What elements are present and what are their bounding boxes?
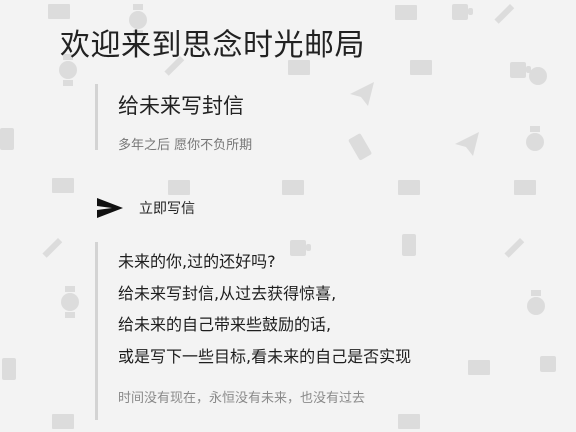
quote-lines: 未来的你,过的还好吗? 给未来写封信,从过去获得惊喜, 给未来的自己带来些鼓励的… [118,246,411,372]
quote-line: 给未来的自己带来些鼓励的话, [118,315,332,334]
intro-heading: 给未来写封信 [118,94,244,118]
quote-block: 未来的你,过的还好吗? 给未来写封信,从过去获得惊喜, 给未来的自己带来些鼓励的… [95,242,411,420]
intro-block: 给未来写封信 多年之后 愿你不负所期 [95,84,253,153]
write-letter-label: 立即写信 [139,201,195,217]
intro-subtitle: 多年之后 愿你不负所期 [118,138,253,153]
main-content: 欢迎来到思念时光邮局 给未来写封信 多年之后 愿你不负所期 立即写信 未来的你,… [0,0,576,432]
quote-note: 时间没有现在，永恒没有未来，也没有过去 [118,391,366,406]
write-letter-button[interactable]: 立即写信 [96,196,195,220]
send-icon [96,196,126,220]
quote-line: 给未来写封信,从过去获得惊喜, [118,283,337,303]
quote-line: 或是写下一些目标,看未来的自己是否实现 [118,346,412,366]
quote-line: 未来的你,过的还好吗? [118,252,276,271]
page-title: 欢迎来到思念时光邮局 [60,28,365,63]
